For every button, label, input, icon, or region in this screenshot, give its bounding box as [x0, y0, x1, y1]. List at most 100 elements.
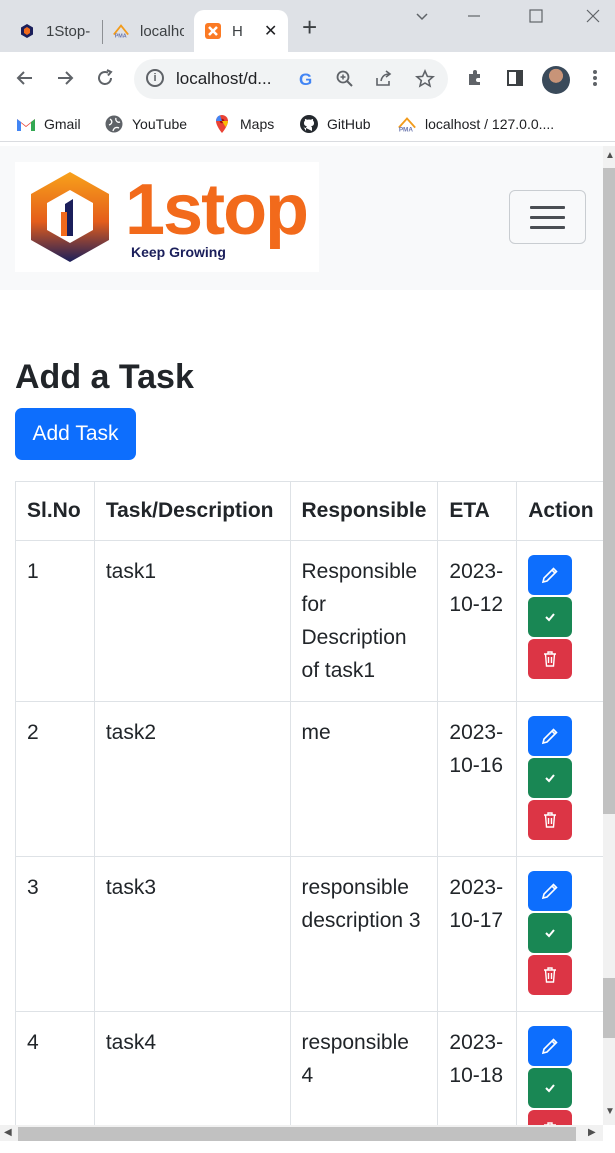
pencil-icon — [542, 883, 558, 900]
bookmark-label: Gmail — [44, 116, 81, 132]
header-responsible: Responsible — [289, 481, 439, 541]
table-row: 3 task3 responsible description 3 2023-1… — [15, 856, 603, 1012]
cell-sl-no: 4 — [15, 1011, 95, 1125]
bookmark-label: GitHub — [327, 116, 371, 132]
more-menu-icon[interactable] — [583, 66, 607, 90]
cell-sl-no: 2 — [15, 701, 95, 857]
cell-task: task4 — [93, 1011, 291, 1125]
bookmark-label: YouTube — [132, 116, 188, 132]
bookmark-maps[interactable]: Maps — [212, 114, 274, 134]
extensions-puzzle-icon[interactable] — [463, 66, 487, 90]
complete-button[interactable] — [528, 597, 573, 637]
github-icon — [299, 114, 319, 134]
edit-button[interactable] — [528, 1026, 573, 1066]
cell-actions — [516, 701, 603, 857]
tab-active[interactable]: H ✕ — [194, 10, 288, 52]
bookmark-label: Maps — [240, 116, 275, 132]
complete-button[interactable] — [528, 758, 573, 798]
delete-button[interactable] — [528, 1110, 573, 1125]
complete-button[interactable] — [528, 913, 573, 953]
bookmark-star-icon[interactable] — [413, 67, 437, 91]
svg-text:PMA: PMA — [399, 126, 414, 133]
back-arrow-icon[interactable] — [13, 66, 37, 90]
bookmark-gmail[interactable]: Gmail — [16, 114, 81, 134]
hamburger-line — [530, 226, 565, 229]
bookmark-github[interactable]: GitHub — [299, 114, 371, 134]
cell-sl-no: 1 — [15, 540, 95, 702]
side-panel-icon[interactable] — [503, 66, 527, 90]
add-task-button[interactable]: Add Task — [15, 408, 136, 460]
reload-icon[interactable] — [93, 66, 117, 90]
navbar-toggler-button[interactable] — [509, 190, 586, 244]
profile-avatar[interactable] — [542, 66, 570, 94]
forward-arrow-icon[interactable] — [53, 66, 77, 90]
hexagon-icon — [18, 22, 36, 40]
share-icon[interactable] — [372, 67, 396, 91]
pma-icon: PMA — [397, 114, 417, 134]
edit-button[interactable] — [528, 871, 573, 911]
svg-text:PMA: PMA — [115, 33, 127, 39]
trash-icon — [544, 812, 557, 828]
cell-actions — [516, 1011, 603, 1125]
header-task-description: Task/Description — [93, 481, 291, 541]
pencil-icon — [542, 1038, 558, 1055]
edit-button[interactable] — [528, 555, 573, 595]
table-row: 1 task1 Responsible for Description of t… — [15, 540, 603, 702]
scroll-down-arrow-icon[interactable]: ▼ — [605, 1106, 615, 1117]
scroll-left-arrow-icon[interactable]: ◀ — [4, 1127, 12, 1138]
edit-button[interactable] — [528, 716, 573, 756]
delete-button[interactable] — [528, 639, 573, 679]
table-header-row: Sl.No Task/Description Responsible ETA A… — [15, 481, 603, 541]
scroll-right-arrow-icon[interactable]: ▶ — [588, 1127, 596, 1138]
cell-eta: 2023-10-12 — [437, 540, 518, 702]
xampp-icon — [204, 22, 222, 40]
table-row: 2 task2 me 2023-10-16 — [15, 701, 603, 857]
bookmark-localhost[interactable]: PMA localhost / 127.0.0.... — [397, 114, 554, 134]
address-bar[interactable]: i localhost/d... G — [134, 59, 448, 99]
complete-button[interactable] — [528, 1068, 573, 1108]
google-icon[interactable]: G — [294, 67, 318, 91]
cell-responsible: responsible 4 — [289, 1011, 439, 1125]
pencil-icon — [542, 567, 558, 584]
browser-tab-strip: 1Stop- PMA localho H ✕ + — [0, 0, 615, 52]
minimize-icon[interactable] — [466, 8, 482, 29]
horizontal-scrollbar-thumb[interactable] — [18, 1127, 576, 1141]
window-bottom-edge — [0, 1141, 615, 1153]
trash-icon — [544, 967, 557, 983]
bookmark-label: localhost / 127.0.0.... — [425, 116, 555, 132]
check-icon — [545, 774, 556, 783]
check-icon — [545, 1084, 556, 1093]
zoom-icon[interactable] — [333, 67, 357, 91]
scroll-up-arrow-icon[interactable]: ▲ — [605, 150, 615, 161]
new-tab-icon[interactable]: + — [302, 14, 317, 40]
cell-responsible: responsible description 3 — [289, 856, 439, 1012]
tab-localhost[interactable]: PMA localho — [112, 10, 184, 52]
window-close-icon[interactable] — [585, 8, 601, 29]
delete-button[interactable] — [528, 800, 573, 840]
maximize-icon[interactable] — [528, 8, 544, 29]
tab-label: 1Stop- — [46, 22, 90, 40]
hamburger-line — [530, 216, 565, 219]
tab-label: localho — [140, 22, 184, 40]
logo-tagline: Keep Growing — [131, 244, 226, 260]
brand-logo[interactable]: 1stop Keep Growing — [15, 162, 319, 272]
bookmarks-bar: Gmail YouTube Maps GitHub PMA localhost … — [0, 106, 615, 142]
vertical-scrollbar-thumb[interactable] — [603, 168, 615, 814]
svg-text:G: G — [299, 70, 312, 89]
browser-toolbar: i localhost/d... G — [0, 52, 615, 106]
bookmark-youtube[interactable]: YouTube — [104, 114, 187, 134]
logo-wordmark: 1stop — [125, 170, 309, 250]
cell-responsible: Responsible for Description of task1 — [289, 540, 439, 702]
check-icon — [545, 929, 556, 938]
delete-button[interactable] — [528, 955, 573, 995]
header-eta: ETA — [437, 481, 518, 541]
tab-1stop[interactable]: 1Stop- — [18, 10, 100, 52]
site-info-icon[interactable]: i — [146, 69, 164, 87]
cell-task: task3 — [93, 856, 291, 1012]
page-title: Add a Task — [15, 358, 194, 396]
tab-search-icon[interactable] — [414, 8, 430, 29]
cell-task: task1 — [93, 540, 291, 702]
check-icon — [545, 613, 556, 622]
close-tab-icon[interactable]: ✕ — [264, 21, 277, 41]
trash-icon — [544, 651, 557, 667]
